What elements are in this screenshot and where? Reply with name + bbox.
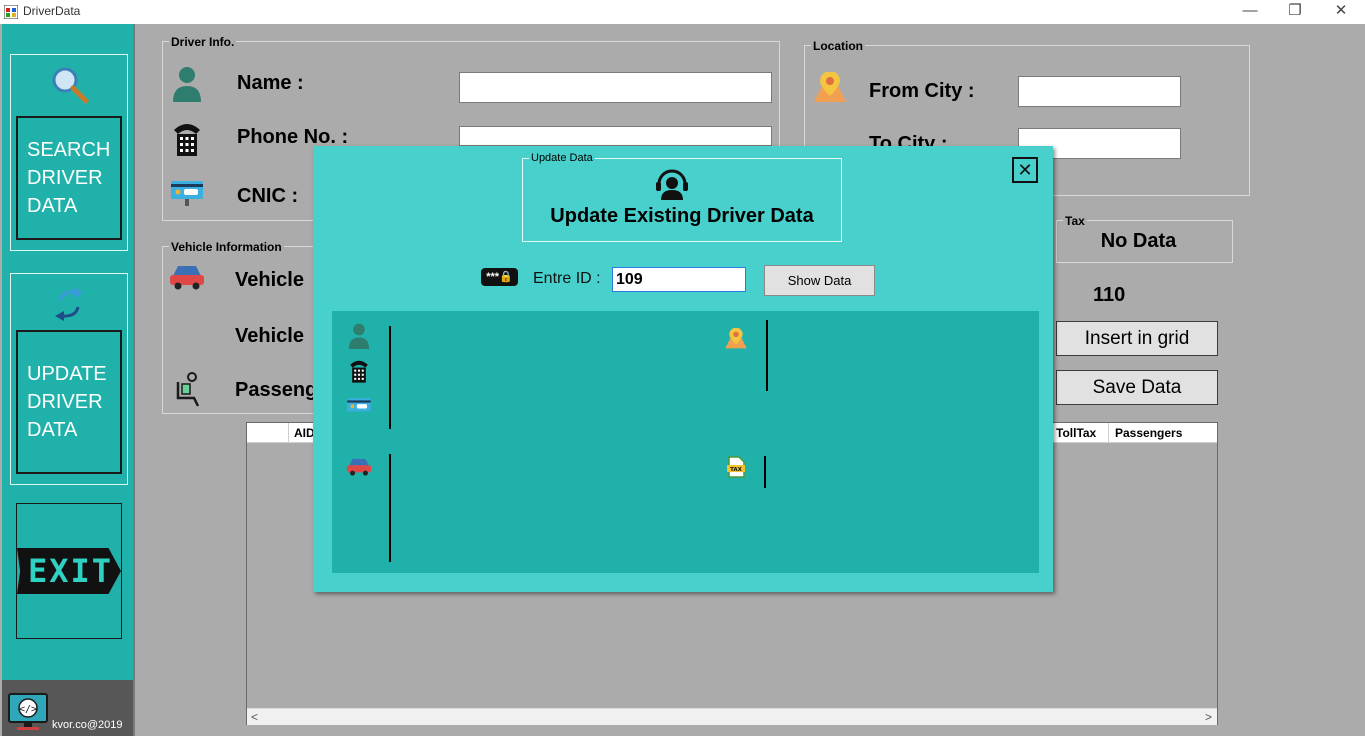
driver-info-group-label: Driver Info. xyxy=(169,35,237,49)
name-input[interactable] xyxy=(459,72,772,103)
column-header-passengers[interactable]: Passengers xyxy=(1108,423,1217,443)
name-label: Name : xyxy=(237,72,304,94)
separator-line xyxy=(764,456,766,488)
title-bar xyxy=(0,0,1365,24)
driver-detail-panel xyxy=(332,311,1039,573)
separator-line xyxy=(389,326,391,429)
code-monitor-icon: </> xyxy=(8,693,48,730)
car-icon xyxy=(346,458,372,476)
car-icon xyxy=(170,266,204,290)
entre-id-input[interactable]: 109 xyxy=(612,267,746,292)
update-driver-data-button[interactable]: UPDATE DRIVER DATA xyxy=(16,330,122,474)
person-icon xyxy=(173,67,201,102)
tax-group-label: Tax xyxy=(1063,214,1087,228)
show-data-button[interactable]: Show Data xyxy=(764,265,875,296)
svg-text:TAX: TAX xyxy=(730,467,743,473)
vehicle-label-1: Vehicle xyxy=(235,269,304,291)
minimize-button[interactable]: — xyxy=(1227,0,1273,24)
passenger-seat-icon xyxy=(176,372,200,407)
scroll-right-arrow[interactable]: > xyxy=(1205,710,1212,724)
exit-button[interactable]: EXIT xyxy=(28,552,113,590)
scroll-left-arrow[interactable]: < xyxy=(251,710,258,724)
phone-icon xyxy=(174,124,200,156)
insert-in-grid-button[interactable]: Insert in grid xyxy=(1056,321,1218,356)
from-city-label: From City : xyxy=(869,80,975,102)
search-driver-data-button[interactable]: SEARCH DRIVER DATA xyxy=(16,116,122,240)
person-icon xyxy=(348,323,370,349)
vehicle-info-group-label: Vehicle Information xyxy=(169,240,284,254)
separator-line xyxy=(389,454,391,562)
password-icon: ***🔒 xyxy=(481,268,518,286)
magnifier-icon xyxy=(52,67,89,104)
record-count: 110 xyxy=(1093,284,1126,306)
app-icon xyxy=(4,5,18,19)
separator-line xyxy=(766,320,768,391)
from-city-input[interactable] xyxy=(1018,76,1181,107)
update-data-group-label: Update Data xyxy=(529,152,595,164)
phone-icon xyxy=(350,360,368,383)
close-window-button[interactable]: ✕ xyxy=(1318,0,1364,24)
restore-button[interactable]: ❐ xyxy=(1272,0,1318,24)
map-pin-icon xyxy=(814,72,846,102)
tax-value: No Data xyxy=(1100,230,1177,252)
cnic-label: CNIC : xyxy=(237,185,299,207)
user-support-icon xyxy=(656,169,688,200)
id-card-icon xyxy=(171,181,203,206)
refresh-arrows-icon xyxy=(55,287,83,321)
dialog-heading: Update Existing Driver Data xyxy=(550,205,814,227)
location-group-label: Location xyxy=(811,39,865,53)
dialog-close-button[interactable]: ✕ xyxy=(1012,157,1038,183)
column-header-aid[interactable]: AID xyxy=(288,423,315,443)
save-data-button[interactable]: Save Data xyxy=(1056,370,1218,405)
footer-copyright: kvor.co@2019 xyxy=(52,719,123,731)
svg-text:</>: </> xyxy=(19,704,37,715)
id-card-icon xyxy=(347,398,371,412)
entre-id-label: Entre ID : xyxy=(533,270,601,287)
horizontal-scrollbar[interactable]: < > xyxy=(247,708,1217,725)
window-title: DriverData xyxy=(23,4,81,18)
tax-document-icon: TAX xyxy=(727,456,745,478)
phone-input[interactable] xyxy=(459,126,772,146)
column-header-tolltax[interactable]: TollTax xyxy=(1051,423,1108,443)
map-pin-icon xyxy=(725,328,747,349)
vehicle-label-2: Vehicle xyxy=(235,325,304,347)
passengers-label: Passeng xyxy=(235,379,318,401)
